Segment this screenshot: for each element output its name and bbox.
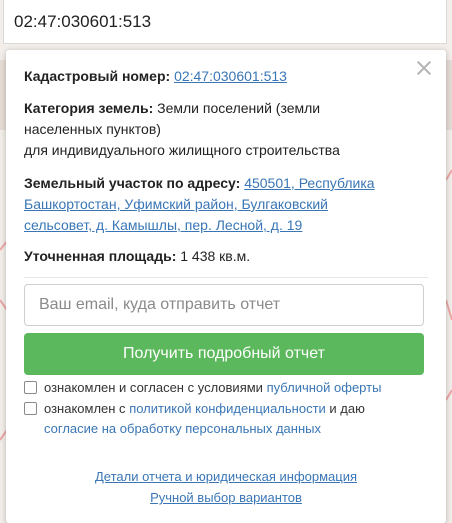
cadastral-number-label: Кадастровый номер: [24,68,171,84]
address-label: Земельный участок по адресу: [24,175,241,191]
consent-offer-text: ознакомлен и согласен с условиями публич… [24,378,428,398]
divider [24,277,428,278]
address-link-part1[interactable]: 450501, Республика [244,175,374,191]
address-link-part2[interactable]: Башкортостан, Уфимский район, Булгаковск… [24,196,328,212]
public-offer-link[interactable]: публичной оферты [267,380,382,395]
consent-offer-label: ознакомлен и согласен с условиями [44,380,267,395]
consent-offer-row: ознакомлен и согласен с условиями публич… [24,378,428,398]
report-details-link[interactable]: Детали отчета и юридическая информация [95,469,357,484]
cadastral-number-link[interactable]: 02:47:030601:513 [174,68,287,84]
consent-privacy-label-before: ознакомлен с [44,401,130,416]
area-label: Уточненная площадь: [24,248,177,264]
area-row: Уточненная площадь: 1 438 кв.м. [24,246,422,267]
consent-privacy-label-mid: и даю [325,401,365,416]
consent-privacy-row: ознакомлен с политикой конфиденциальност… [24,399,428,439]
land-category-label: Категория земель: [24,100,154,116]
area-value: 1 438 кв.м. [180,248,251,264]
land-category-value-line1: Земли поселений (земли [157,100,321,116]
manual-selection-link[interactable]: Ручной выбор вариантов [150,490,302,505]
consent-privacy-text: ознакомлен с политикой конфиденциальност… [24,399,428,439]
personal-data-consent-link[interactable]: согласие на обработку персональных данны… [44,421,321,436]
manual-selection-row: Ручной выбор вариантов [6,490,446,505]
get-report-button[interactable]: Получить подробный отчет [24,333,424,375]
land-category-value-line2: населенных пунктов) [24,121,161,137]
email-input[interactable] [24,284,424,326]
search-input[interactable]: 02:47:030601:513 [3,0,447,44]
land-category-row: Категория земель: Земли поселений (земли… [24,98,422,161]
offer-checkbox[interactable] [24,381,37,394]
privacy-checkbox[interactable] [24,402,37,415]
report-details-row: Детали отчета и юридическая информация [6,469,446,484]
cadastral-number-row: Кадастровый номер: 02:47:030601:513 [24,66,422,87]
cadastral-info-popup: Кадастровый номер: 02:47:030601:513 Кате… [6,50,446,523]
address-row: Земельный участок по адресу: 450501, Рес… [24,173,422,236]
address-link-part3[interactable]: сельсовет, д. Камышлы, пер. Лесной, д. 1… [24,217,302,233]
privacy-policy-link[interactable]: политикой конфиденциальности [129,401,326,416]
land-category-value-line3: для индивидуального жилищного строительс… [24,142,340,158]
